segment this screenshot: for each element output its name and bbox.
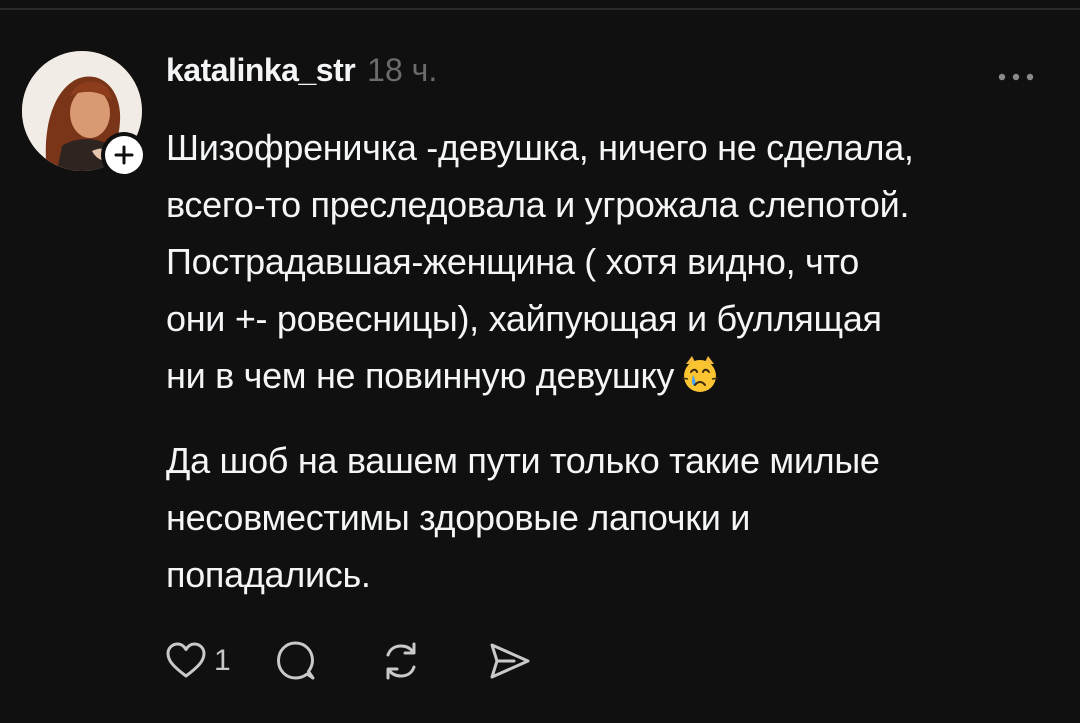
avatar-container[interactable] [22,51,147,178]
more-options-button[interactable] [992,70,1040,84]
post-body: Шизофреничка -девушка, ничего не сделала… [166,119,1056,603]
timestamp: 18 ч. [367,52,438,88]
reply-button[interactable] [271,636,321,686]
send-icon [490,643,530,679]
crying-cat-emoji [680,353,720,410]
like-button[interactable]: 1 [164,639,231,683]
username[interactable]: katalinka_str [166,52,356,89]
plus-icon [105,136,143,174]
repost-icon [386,642,416,680]
post-paragraph: Шизофреничка -девушка, ничего не сделала… [166,119,1056,410]
top-divider [0,8,1080,10]
more-horizontal-icon [998,73,1034,81]
repost-button[interactable] [376,636,426,686]
post-actions: 1 [164,634,534,688]
share-button[interactable] [484,636,534,686]
post-header: katalinka_str 18 ч. [166,52,437,96]
post-paragraph: Да шоб на вашем пути только такие милые … [166,440,880,595]
comment-bubble-icon [276,641,315,680]
like-count: 1 [214,644,231,677]
post-paragraph-text: Шизофреничка -девушка, ничего не сделала… [166,127,914,396]
heart-icon [166,642,206,678]
follow-button[interactable] [101,132,147,178]
